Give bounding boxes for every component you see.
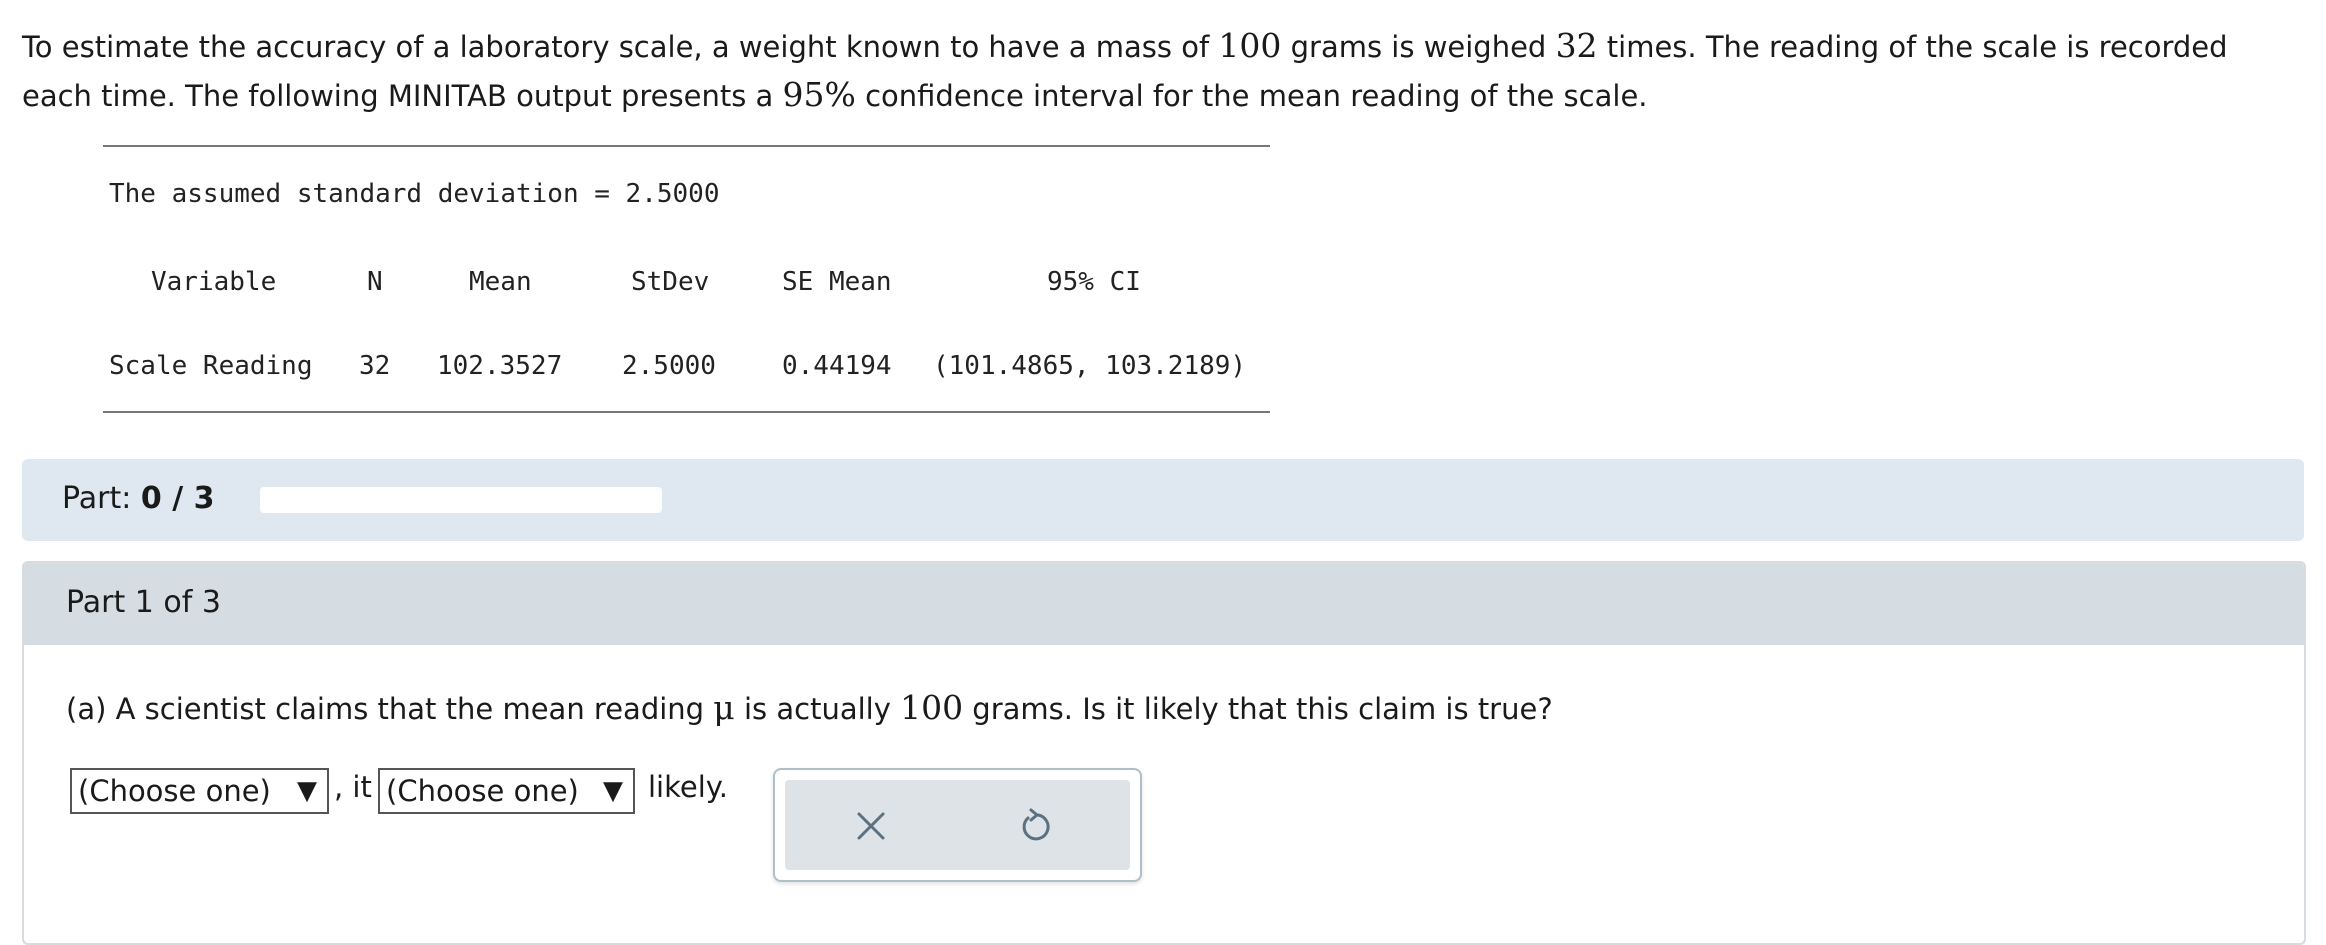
problem-confidence: 95% bbox=[782, 75, 856, 114]
part-header: Part 1 of 3 bbox=[24, 563, 2304, 645]
claim-value: 100 bbox=[900, 688, 964, 727]
header-se-mean: SE Mean bbox=[782, 267, 892, 297]
x-icon bbox=[857, 812, 885, 840]
progress-label: Part: 0 / 3 bbox=[62, 481, 214, 516]
header-ci: 95% CI bbox=[1047, 267, 1141, 297]
question-part-2: is actually bbox=[734, 692, 901, 726]
separator-text: , it bbox=[334, 770, 372, 804]
answer-actions bbox=[773, 768, 1142, 882]
part-title: Part 1 of 3 bbox=[66, 585, 221, 620]
clear-button[interactable] bbox=[843, 798, 899, 854]
dropdown-arrow-icon: ▼ bbox=[603, 776, 623, 806]
assumed-sd-line: The assumed standard deviation = 2.5000 bbox=[109, 179, 720, 209]
cell-ci: (101.4865, 103.2189) bbox=[933, 351, 1247, 381]
choose-one-dropdown-1[interactable]: (Choose one) ▼ bbox=[70, 768, 329, 814]
suffix-text: likely. bbox=[648, 770, 729, 804]
progress-track bbox=[260, 487, 662, 513]
problem-text-1: To estimate the accuracy of a laboratory… bbox=[22, 30, 1219, 64]
problem-mass: 100 bbox=[1218, 26, 1282, 65]
question-text: (a) A scientist claims that the mean rea… bbox=[66, 688, 1553, 727]
progress-value: 0 / 3 bbox=[140, 481, 215, 516]
reset-button[interactable] bbox=[1007, 798, 1063, 854]
question-part-1: (a) A scientist claims that the mean rea… bbox=[66, 692, 714, 726]
header-stdev: StDev bbox=[631, 267, 710, 297]
problem-times: 32 bbox=[1555, 26, 1598, 65]
progress-label-text: Part: bbox=[62, 481, 132, 516]
choose-one-dropdown-2[interactable]: (Choose one) ▼ bbox=[378, 768, 635, 814]
dropdown-2-value: (Choose one) bbox=[386, 774, 579, 808]
progress-bar: Part: 0 / 3 bbox=[22, 459, 2304, 541]
header-variable: Variable bbox=[151, 267, 277, 297]
header-mean: Mean bbox=[469, 267, 532, 297]
dropdown-arrow-icon: ▼ bbox=[297, 776, 317, 806]
dropdown-1-value: (Choose one) bbox=[78, 774, 271, 808]
cell-mean: 102.3527 bbox=[437, 351, 563, 381]
cell-n: 32 bbox=[359, 351, 391, 381]
header-n: N bbox=[367, 267, 383, 297]
cell-stdev: 2.5000 bbox=[622, 351, 716, 381]
cell-se-mean: 0.44194 bbox=[782, 351, 892, 381]
minitab-output: The assumed standard deviation = 2.5000 … bbox=[103, 145, 1270, 413]
mu-symbol: μ bbox=[713, 688, 735, 727]
answer-actions-inner bbox=[785, 780, 1130, 870]
cell-variable: Scale Reading bbox=[109, 351, 313, 381]
question-part-3: grams. Is it likely that this claim is t… bbox=[963, 692, 1553, 726]
undo-icon bbox=[1022, 808, 1050, 841]
part-card: Part 1 of 3 (a) A scientist claims that … bbox=[22, 561, 2306, 945]
problem-text-2: grams is weighed bbox=[1281, 30, 1556, 64]
problem-text-4: confidence interval for the mean reading… bbox=[855, 79, 1648, 113]
problem-statement: To estimate the accuracy of a laboratory… bbox=[22, 22, 2292, 120]
